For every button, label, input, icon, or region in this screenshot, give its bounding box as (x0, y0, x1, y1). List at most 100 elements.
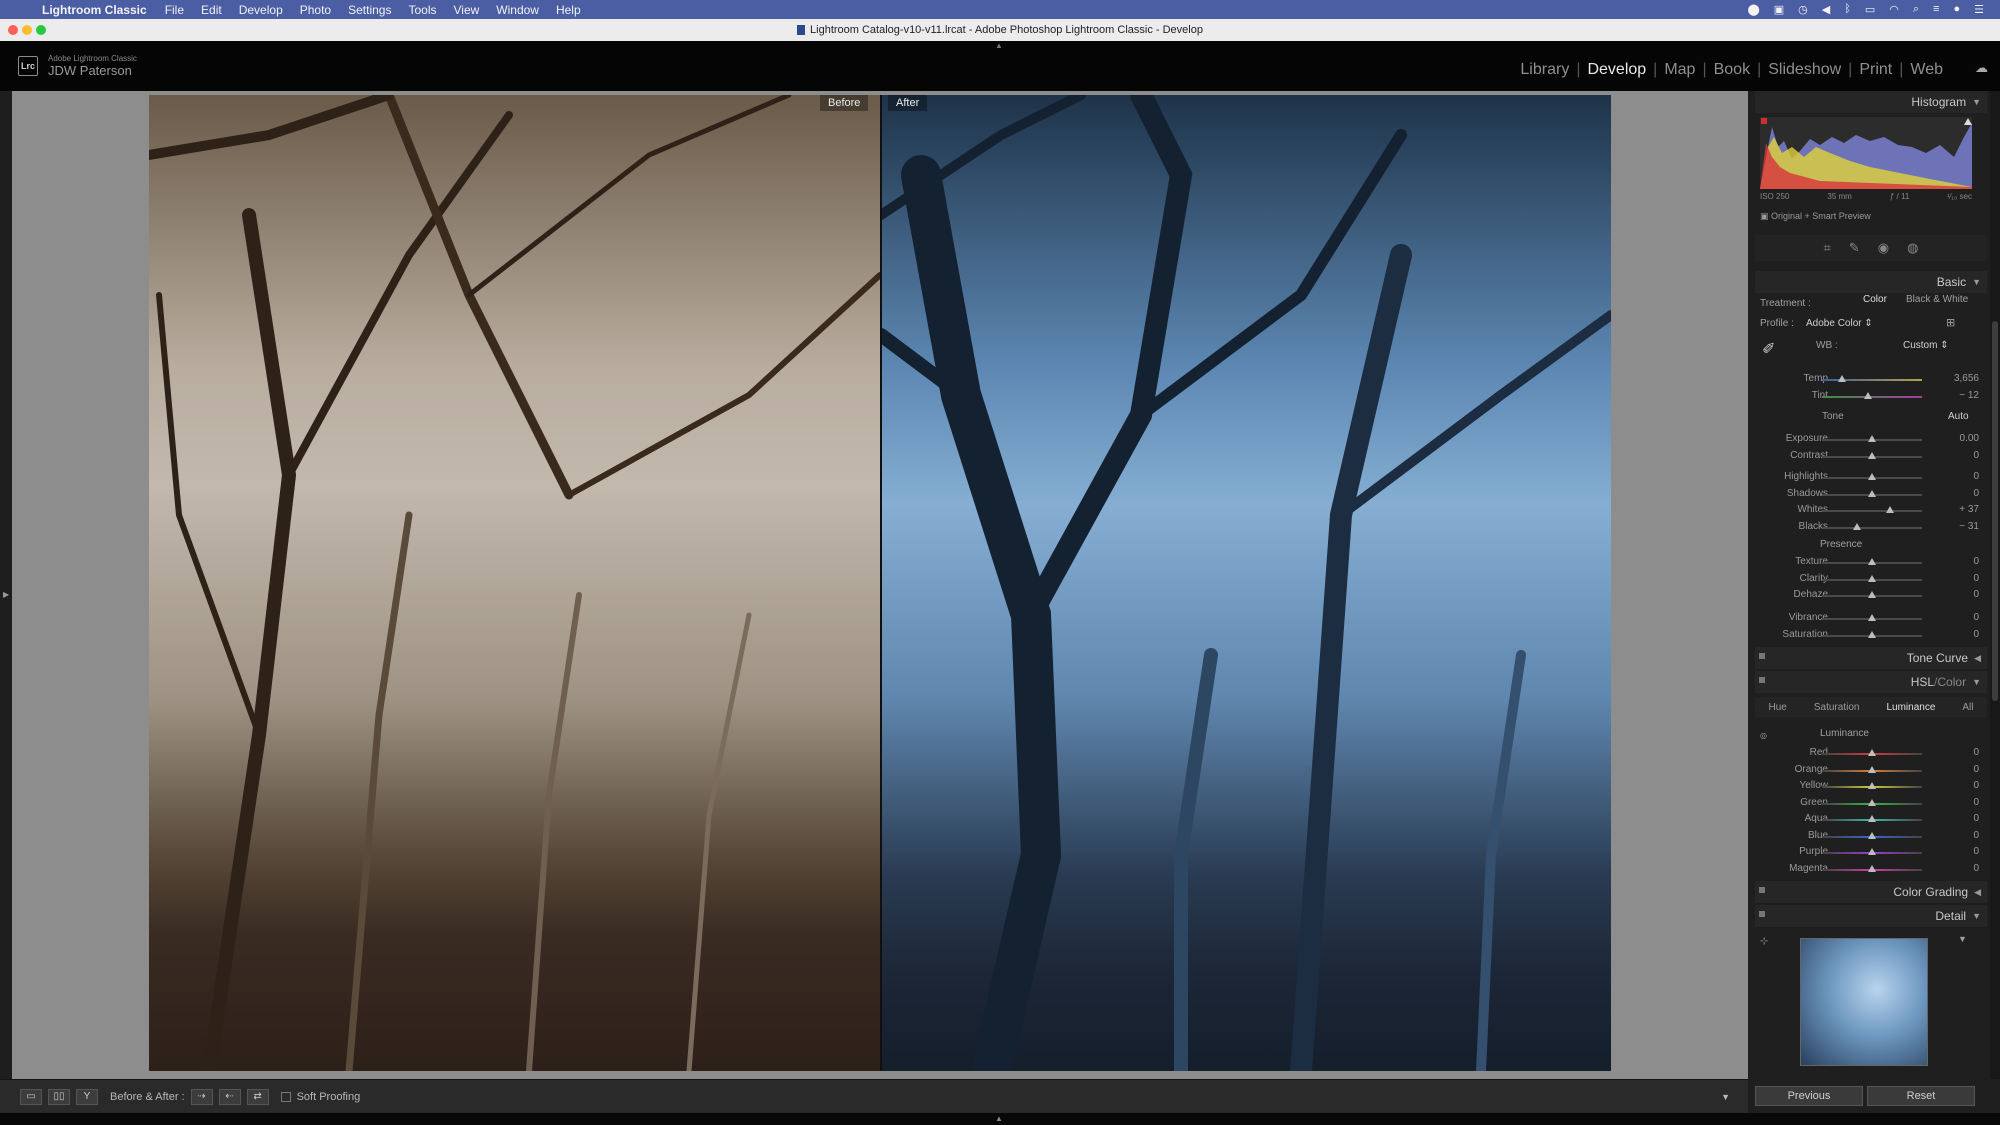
bluetooth-icon[interactable]: ᛒ (1844, 3, 1851, 16)
slider-knob[interactable] (1868, 614, 1876, 621)
panel-toggle-switch[interactable] (1759, 653, 1765, 659)
slider-value[interactable]: 0 (1939, 830, 1979, 841)
slider-knob[interactable] (1868, 864, 1876, 872)
slider-value[interactable]: 0 (1939, 488, 1979, 499)
slider-knob[interactable] (1886, 506, 1894, 513)
slider-knob[interactable] (1853, 522, 1861, 530)
slider-knob[interactable] (1868, 558, 1876, 565)
histogram-panel-header[interactable]: Histogram ▼ (1755, 91, 1987, 113)
search-icon[interactable]: ⌕ (1913, 3, 1919, 16)
slider-knob[interactable] (1868, 435, 1876, 442)
detail-preview-thumbnail[interactable] (1800, 938, 1928, 1066)
swap-before-after-button[interactable]: ⇄ (246, 1088, 269, 1105)
profile-dropdown[interactable]: Adobe Color ⇕ (1806, 318, 1873, 329)
slider-value[interactable]: 0 (1939, 573, 1979, 584)
detail-preview-toggle-icon[interactable]: ▼ (1958, 934, 1967, 944)
slider-value[interactable]: 0 (1939, 612, 1979, 623)
shadow-clipping-icon[interactable] (1761, 118, 1767, 124)
tab-all[interactable]: All (1962, 702, 1973, 713)
hsl-title[interactable]: HSL (1911, 675, 1934, 689)
slider-value[interactable]: 0 (1939, 589, 1979, 600)
basic-panel-header[interactable]: Basic ▼ (1755, 271, 1987, 293)
menu-view[interactable]: View (453, 3, 479, 17)
slider-knob[interactable] (1868, 591, 1876, 598)
scrollbar-thumb[interactable] (1992, 321, 1998, 701)
slider-knob[interactable] (1868, 489, 1876, 497)
module-library[interactable]: Library (1513, 61, 1576, 79)
slider-value[interactable]: 0 (1939, 629, 1979, 640)
tint-slider-knob[interactable] (1864, 392, 1872, 399)
slider-value[interactable]: 0.00 (1939, 433, 1979, 444)
tint-slider-track[interactable] (1822, 396, 1922, 398)
targeted-adjustment-icon[interactable]: ◎ (1760, 731, 1767, 740)
menu-tools[interactable]: Tools (408, 3, 436, 17)
slider-value[interactable]: − 31 (1939, 521, 1979, 532)
left-panel-toggle-icon[interactable]: ▶ (3, 590, 9, 599)
slider-knob[interactable] (1868, 815, 1876, 822)
slider-value[interactable]: 0 (1939, 450, 1979, 461)
slider-knob[interactable] (1868, 574, 1876, 582)
histogram-graph[interactable] (1760, 117, 1972, 189)
zoom-window-button[interactable] (36, 25, 46, 35)
slider-value[interactable]: 0 (1939, 813, 1979, 824)
loupe-view-button[interactable]: ▭ (20, 1088, 42, 1105)
slider-value[interactable]: − 12 (1939, 390, 1979, 401)
slider-knob[interactable] (1868, 765, 1876, 773)
red-eye-tool-icon[interactable]: ◉ (1878, 240, 1889, 256)
panel-toggle-switch[interactable] (1759, 887, 1765, 893)
filmstrip-collapsed[interactable]: ▲ (0, 1113, 2000, 1125)
highlight-clipping-icon[interactable] (1964, 118, 1972, 125)
previous-button[interactable]: Previous (1755, 1086, 1863, 1106)
panel-toggle-switch[interactable] (1759, 911, 1765, 917)
menu-file[interactable]: File (165, 3, 184, 17)
soft-proofing-checkbox[interactable] (280, 1091, 291, 1102)
menu-help[interactable]: Help (556, 3, 581, 17)
treatment-color-button[interactable]: Color (1863, 294, 1887, 305)
detail-panel-header[interactable]: Detail ▼ (1755, 905, 1987, 927)
wifi-icon[interactable]: ◠ (1889, 3, 1899, 16)
slider-value[interactable]: 0 (1939, 846, 1979, 857)
copy-after-to-before-button[interactable]: ⇠ (218, 1088, 241, 1105)
control-center-icon[interactable]: ≡ (1933, 3, 1939, 16)
panel-toggle-switch[interactable] (1759, 677, 1765, 683)
hsl-panel-header[interactable]: HSL / Color ▼ (1755, 671, 1987, 693)
close-window-button[interactable] (8, 25, 18, 35)
slider-track[interactable] (1822, 526, 1922, 529)
slider-value[interactable]: 0 (1939, 747, 1979, 758)
slider-value[interactable]: 0 (1939, 797, 1979, 808)
slider-track[interactable] (1822, 510, 1922, 512)
volume-icon[interactable]: ◀ (1822, 3, 1830, 16)
slider-value[interactable]: 0 (1939, 764, 1979, 775)
wb-dropdown[interactable]: Custom ⇕ (1903, 340, 1949, 351)
wb-eyedropper-icon[interactable]: ✐ (1762, 339, 1775, 359)
left-panel-collapsed[interactable]: ▶ (0, 91, 12, 1079)
slider-value[interactable]: + 37 (1939, 504, 1979, 515)
module-develop[interactable]: Develop (1580, 61, 1653, 79)
slider-value[interactable]: 3,656 (1939, 373, 1979, 384)
before-photo[interactable] (149, 95, 880, 1071)
slider-value[interactable]: 0 (1939, 471, 1979, 482)
tone-curve-panel-header[interactable]: Tone Curve ◀ (1755, 647, 1987, 669)
auto-tone-button[interactable]: Auto (1948, 411, 1969, 422)
slider-knob[interactable] (1868, 831, 1876, 839)
slider-value[interactable]: 0 (1939, 780, 1979, 791)
menu-develop[interactable]: Develop (239, 3, 283, 17)
siri-icon[interactable]: ● (1953, 3, 1960, 16)
app-menu[interactable]: Lightroom Classic (42, 3, 147, 17)
minimize-window-button[interactable] (22, 25, 32, 35)
detail-target-icon[interactable]: ⊹ (1760, 936, 1768, 947)
slider-knob[interactable] (1868, 749, 1876, 756)
module-map[interactable]: Map (1657, 61, 1702, 79)
profile-browser-icon[interactable]: ⊞ (1946, 316, 1955, 329)
tab-luminance[interactable]: Luminance (1886, 702, 1935, 713)
battery-icon[interactable]: ▭ (1865, 3, 1875, 16)
filmstrip-toggle-icon[interactable]: ▲ (995, 1114, 1003, 1123)
display-icon[interactable]: ▣ (1774, 3, 1784, 16)
color-grading-panel-header[interactable]: Color Grading ◀ (1755, 881, 1987, 903)
healing-tool-icon[interactable]: ✎ (1849, 240, 1860, 256)
slider-knob[interactable] (1868, 848, 1876, 855)
cloud-sync-icon[interactable]: ☁ (1975, 60, 1988, 76)
masking-tool-icon[interactable]: ◍ (1907, 240, 1918, 256)
slider-knob[interactable] (1868, 630, 1876, 638)
temp-slider-track[interactable] (1822, 379, 1922, 381)
